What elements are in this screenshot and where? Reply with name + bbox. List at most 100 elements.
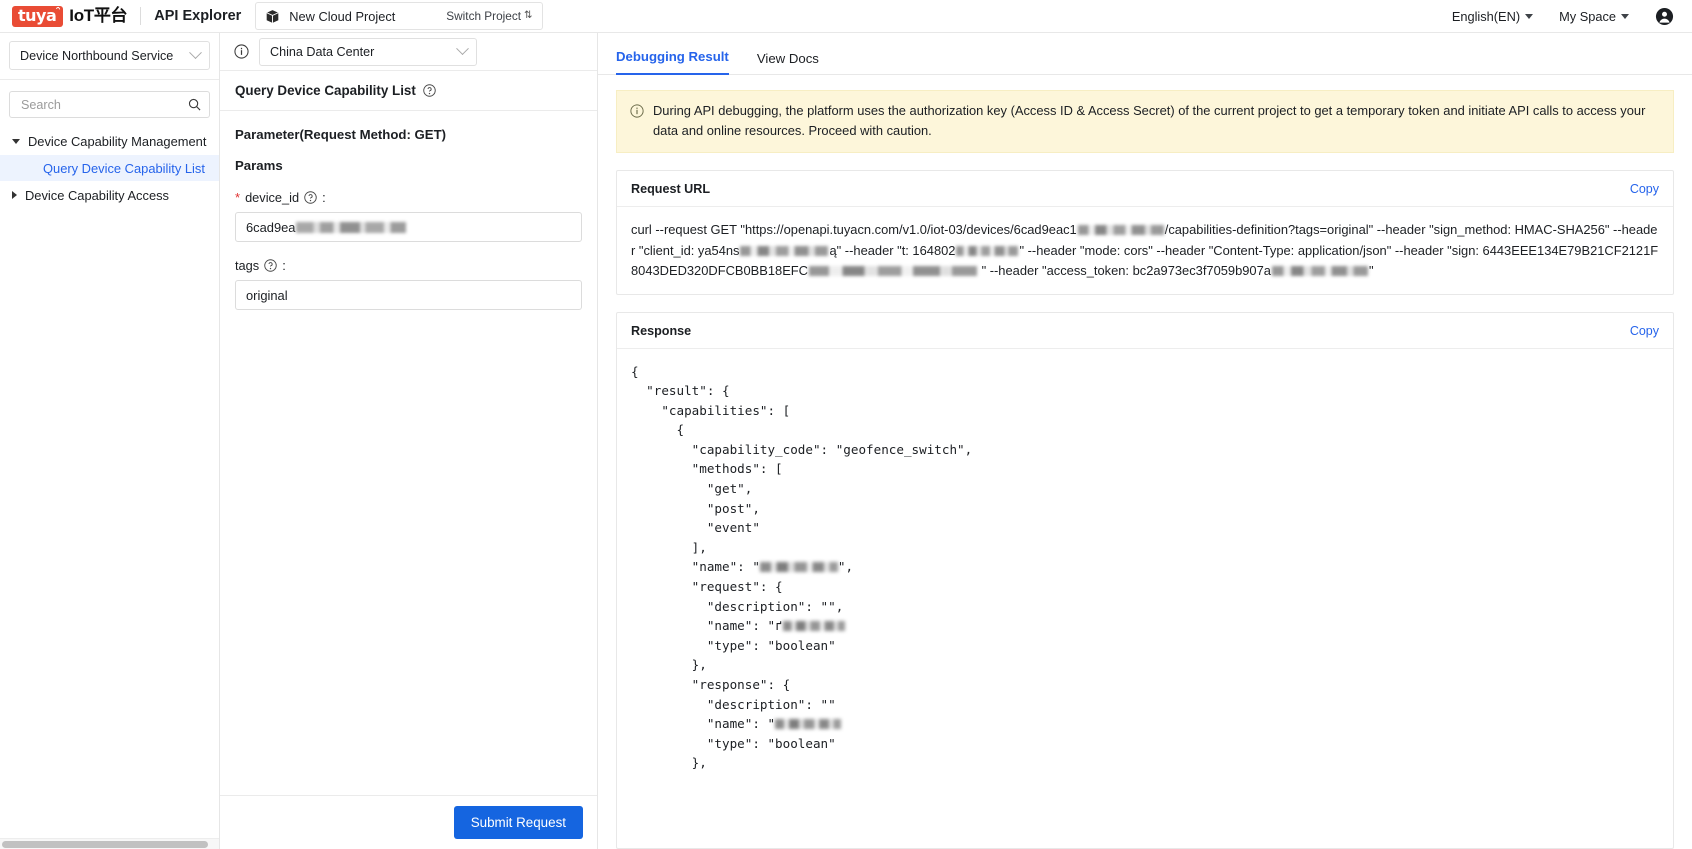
chevron-down-icon — [1525, 13, 1534, 19]
tags-colon: : — [282, 258, 286, 273]
submit-request-button[interactable]: Submit Request — [453, 806, 583, 839]
copy-request-url-button[interactable]: Copy — [1630, 182, 1659, 196]
device-id-value: 6cad9ea — [246, 219, 296, 235]
curl-command: curl --request GET "https://openapi.tuya… — [631, 220, 1659, 282]
tags-value: original — [246, 287, 288, 303]
header-divider — [140, 7, 142, 25]
response-json-line: "type": "boolean" — [631, 637, 836, 653]
search-input[interactable] — [19, 96, 188, 113]
response-json-line: "post", — [631, 500, 760, 516]
sidebar-item-query-device-capability-list[interactable]: Query Device Capability List — [0, 155, 219, 181]
request-panel: China Data Center Query Device Capabilit… — [220, 33, 598, 849]
question-circle-icon[interactable] — [423, 84, 436, 97]
tab-debugging-result[interactable]: Debugging Result — [616, 49, 729, 75]
api-debug-notice: During API debugging, the platform uses … — [616, 90, 1674, 153]
sidebar: Device Northbound Service Device Capabil… — [0, 33, 220, 849]
request-url-title: Request URL — [631, 182, 711, 196]
project-switcher[interactable]: New Cloud Project Switch Project ⇅ — [255, 2, 544, 30]
space-label: My Space — [1559, 8, 1616, 24]
tuya-logo[interactable]: tuya IoT平台 — [12, 5, 128, 27]
chevron-down-icon — [1621, 13, 1629, 19]
language-selector[interactable]: English(EN) — [1451, 8, 1534, 24]
switch-project-label: Switch Project — [446, 9, 522, 23]
sidebar-item-label: Query Device Capability List — [43, 160, 205, 176]
response-json-line: ], — [631, 539, 707, 555]
search-icon[interactable] — [188, 98, 201, 111]
device-id-masked-value — [296, 221, 407, 233]
notice-text: During API debugging, the platform uses … — [653, 103, 1646, 138]
switch-project-button[interactable]: Switch Project ⇅ — [446, 9, 532, 23]
curl-masked-sign — [808, 266, 977, 276]
device-id-label: * device_id : — [235, 190, 582, 205]
question-circle-icon[interactable] — [304, 191, 317, 204]
request-url-card: Request URL Copy curl --request GET "htt… — [616, 170, 1674, 295]
response-json: { "result": { "capabilities": [ { "capab… — [631, 362, 1659, 773]
tags-field[interactable]: original — [235, 280, 582, 310]
request-url-card-head: Request URL Copy — [617, 171, 1673, 207]
curl-part: " --header "access_token: bc2a973ec3f705… — [977, 263, 1271, 278]
response-json-line: "name": "ґ — [631, 616, 1659, 636]
data-center-select[interactable]: China Data Center — [259, 37, 477, 66]
triangle-right-icon — [12, 191, 17, 199]
sidebar-group-device-capability-access[interactable]: Device Capability Access — [0, 181, 219, 209]
device-id-field[interactable]: 6cad9ea — [235, 212, 582, 242]
curl-part: " — [1368, 263, 1374, 278]
response-json-line: { — [631, 363, 639, 379]
response-json-line: { — [631, 422, 685, 438]
language-label: English(EN) — [1451, 8, 1521, 24]
response-json-line: "request": { — [631, 579, 783, 595]
sidebar-horizontal-scrollbar[interactable] — [0, 838, 219, 849]
response-masked-value — [775, 719, 842, 730]
curl-masked-client-id — [740, 245, 829, 256]
response-json-line: "result": { — [631, 383, 730, 399]
scrollbar-thumb[interactable] — [2, 841, 208, 848]
tab-view-docs[interactable]: View Docs — [757, 51, 819, 75]
tuya-logo-wordmark: tuya — [18, 5, 57, 25]
question-circle-icon[interactable] — [264, 259, 277, 272]
response-title: Response — [631, 323, 692, 338]
curl-part: curl --request GET "https://openapi.tuya… — [631, 222, 1077, 237]
parameter-method: Parameter(Request Method: GET) — [235, 127, 447, 142]
sidebar-group-label: Device Capability Access — [25, 187, 170, 203]
chevron-down-icon — [189, 46, 202, 60]
sidebar-group-label: Device Capability Management — [28, 133, 207, 149]
request-url-card-body: curl --request GET "https://openapi.tuya… — [617, 207, 1673, 294]
data-center-row: China Data Center — [220, 33, 597, 71]
result-panel: Debugging Result View Docs During API de… — [598, 33, 1692, 849]
sidebar-group-device-capability-management[interactable]: Device Capability Management — [0, 127, 219, 155]
service-select[interactable]: Device Northbound Service — [9, 41, 210, 70]
copy-response-button[interactable]: Copy — [1630, 324, 1659, 338]
response-json-line: "name": " ", — [631, 559, 854, 575]
response-card-head: Response Copy — [617, 313, 1673, 349]
app-title: API Explorer — [154, 8, 242, 24]
chevron-down-icon — [456, 42, 469, 56]
project-name: New Cloud Project — [289, 8, 396, 24]
response-json-line: "capabilities": [ — [631, 402, 791, 418]
main-layout: Device Northbound Service Device Capabil… — [0, 33, 1692, 849]
response-json-line: "methods": [ — [631, 461, 783, 477]
curl-masked-timestamp — [956, 245, 1019, 256]
required-asterisk: * — [235, 189, 241, 205]
response-json-line: "response": { — [631, 677, 791, 692]
app-header: tuya IoT平台 API Explorer New Cloud Projec… — [0, 0, 1692, 33]
response-masked-value — [782, 621, 845, 632]
api-tree: Device Capability Management Query Devic… — [0, 118, 219, 849]
info-circle-icon[interactable] — [234, 44, 249, 59]
tags-label: tags : — [235, 258, 582, 273]
tuya-logo-badge: tuya — [12, 5, 64, 27]
response-json-line: "capability_code": "geofence_switch", — [631, 441, 973, 457]
submit-bar: Submit Request — [220, 795, 597, 849]
space-selector[interactable]: My Space — [1559, 9, 1629, 24]
api-title-row: Query Device Capability List — [220, 71, 597, 111]
device-id-label-text: device_id — [245, 190, 300, 205]
response-json-line: "get", — [631, 481, 753, 497]
response-json-line: "type": "boolean" — [631, 735, 836, 751]
user-avatar-icon[interactable] — [1655, 7, 1674, 26]
tags-label-text: tags — [235, 258, 260, 273]
search-box[interactable] — [9, 91, 210, 118]
result-tabs: Debugging Result View Docs — [598, 33, 1692, 75]
curl-masked-access-token — [1271, 266, 1368, 276]
header-right-menus: English(EN) My Space — [1452, 7, 1678, 26]
params-body: Parameter(Request Method: GET) Params * … — [220, 111, 597, 795]
response-card: Response Copy { "result": { "capabilitie… — [616, 311, 1674, 849]
